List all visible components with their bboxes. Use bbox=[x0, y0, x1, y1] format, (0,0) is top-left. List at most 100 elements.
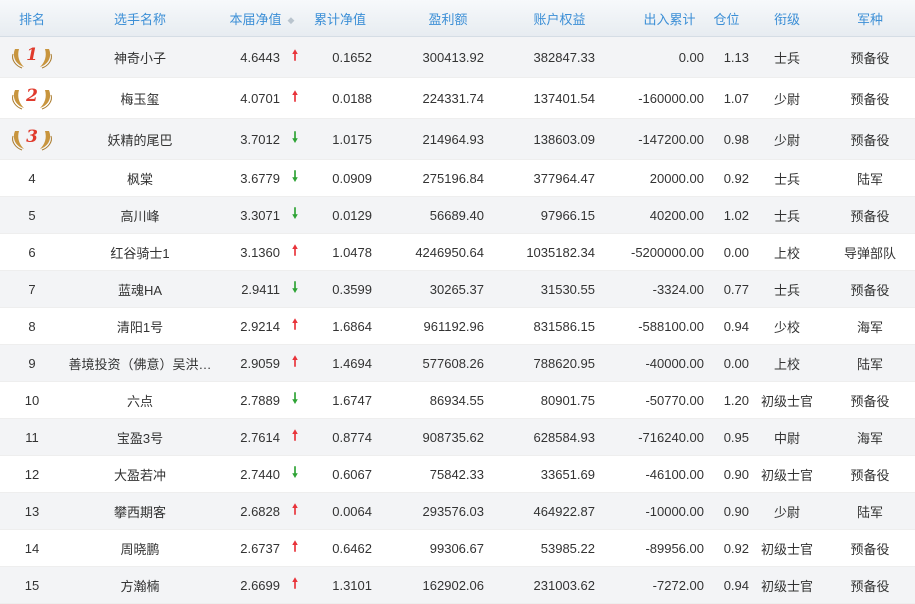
equity-value: 1035182.34 bbox=[526, 244, 595, 260]
table-row[interactable]: 14 周晓鹏 2.6737 🠕 0.6462 99306.67 53985.22 -89956… bbox=[0, 530, 915, 567]
player-name[interactable]: 红谷骑士1 bbox=[64, 243, 216, 262]
cash-flow-value: -50770.00 bbox=[645, 392, 704, 408]
player-name[interactable]: 攀西期客 bbox=[64, 502, 216, 521]
header-arm[interactable]: 军种 bbox=[825, 9, 915, 28]
service-arm: 预备役 bbox=[850, 132, 890, 148]
player-name[interactable]: 高川峰 bbox=[64, 206, 216, 225]
rank-number: 3 bbox=[26, 127, 38, 147]
position-value: 0.95 bbox=[723, 429, 749, 445]
header-cumulative-nav[interactable]: 累计净值 bbox=[308, 9, 372, 28]
trend-cell: 🠗 bbox=[282, 127, 308, 151]
up-arrow-icon: 🠕 bbox=[291, 353, 298, 369]
table-row[interactable]: 6 红谷骑士1 3.1360 🠕 1.0478 4246950.64 1035182.34 -… bbox=[0, 234, 915, 271]
position-value: 0.92 bbox=[723, 540, 749, 556]
player-name[interactable]: 方瀚楠 bbox=[64, 576, 216, 595]
profit-value: 99306.67 bbox=[429, 540, 484, 556]
equity-value: 377964.47 bbox=[533, 170, 595, 186]
equity-value: 137401.54 bbox=[533, 90, 595, 106]
player-name[interactable]: 神奇小子 bbox=[64, 48, 216, 67]
player-name[interactable]: 妖精的尾巴 bbox=[64, 130, 216, 149]
player-name[interactable]: 蓝魂HA bbox=[64, 280, 216, 299]
header-position[interactable]: 仓位 bbox=[704, 9, 749, 28]
rank-cell: 15 bbox=[24, 577, 40, 593]
up-arrow-icon: 🠕 bbox=[291, 242, 298, 258]
down-arrow-icon: 🠗 bbox=[291, 464, 298, 480]
header-rank[interactable]: 排名 bbox=[0, 9, 64, 28]
nav-value: 2.9059 bbox=[240, 355, 280, 371]
cumulative-nav-value: 1.3101 bbox=[332, 577, 372, 593]
cash-flow-value: -3324.00 bbox=[652, 281, 704, 297]
rank-cell: 3 bbox=[0, 126, 64, 152]
rank-title: 少尉 bbox=[773, 91, 800, 107]
equity-value: 788620.95 bbox=[533, 355, 595, 371]
position-value: 1.13 bbox=[723, 49, 749, 65]
profit-value: 908735.62 bbox=[422, 429, 484, 445]
trend-cell: 🠕 bbox=[282, 425, 308, 449]
player-name[interactable]: 宝盈3号 bbox=[64, 428, 216, 447]
player-name[interactable]: 清阳1号 bbox=[64, 317, 216, 336]
player-name[interactable]: 善境投资（佛意）吴洪… bbox=[64, 354, 216, 373]
header-equity[interactable]: 账户权益 bbox=[484, 9, 595, 28]
position-value: 1.07 bbox=[723, 90, 749, 106]
position-value: 0.77 bbox=[723, 281, 749, 297]
header-name[interactable]: 选手名称 bbox=[64, 9, 216, 28]
cumulative-nav-value: 1.0175 bbox=[332, 131, 372, 147]
profit-value: 162902.06 bbox=[422, 577, 484, 593]
nav-value: 4.0701 bbox=[240, 90, 280, 106]
table-row[interactable]: 3 妖精的尾巴 3.7012 🠗 1.0175 214964.93 138603.09 -14… bbox=[0, 119, 915, 160]
service-arm: 陆军 bbox=[856, 504, 883, 520]
service-arm: 陆军 bbox=[856, 356, 883, 372]
nav-value: 3.6779 bbox=[240, 170, 280, 186]
cash-flow-value: -40000.00 bbox=[645, 355, 704, 371]
header-nav[interactable]: 本届净值 ◆ bbox=[216, 9, 308, 28]
table-row[interactable]: 10 六点 2.7889 🠗 1.6747 86934.55 80901.75 -50770.… bbox=[0, 382, 915, 419]
nav-value: 2.9411 bbox=[241, 281, 280, 297]
player-name[interactable]: 枫棠 bbox=[64, 169, 216, 188]
cash-flow-value: -160000.00 bbox=[638, 90, 704, 106]
profit-value: 56689.40 bbox=[429, 207, 484, 223]
table-row[interactable]: 2 梅玉玺 4.0701 🠕 0.0188 224331.74 137401.54 -1600… bbox=[0, 78, 915, 119]
service-arm: 预备役 bbox=[850, 467, 890, 483]
table-row[interactable]: 15 方瀚楠 2.6699 🠕 1.3101 162902.06 231003.62 -727… bbox=[0, 567, 915, 604]
player-name[interactable]: 六点 bbox=[64, 391, 216, 410]
down-arrow-icon: 🠗 bbox=[291, 129, 298, 145]
player-name[interactable]: 梅玉玺 bbox=[64, 89, 216, 108]
player-name[interactable]: 大盈若冲 bbox=[64, 465, 216, 484]
position-value: 0.94 bbox=[723, 577, 749, 593]
laurel-medal-icon: 2 bbox=[11, 85, 53, 111]
nav-value: 2.6828 bbox=[240, 503, 280, 519]
table-row[interactable]: 11 宝盈3号 2.7614 🠕 0.8774 908735.62 628584.93 -71… bbox=[0, 419, 915, 456]
table-row[interactable]: 13 攀西期客 2.6828 🠕 0.0064 293576.03 464922.87 -10… bbox=[0, 493, 915, 530]
cumulative-nav-value: 0.6462 bbox=[332, 540, 372, 556]
cumulative-nav-value: 1.6864 bbox=[332, 318, 372, 334]
table-row[interactable]: 5 高川峰 3.3071 🠗 0.0129 56689.40 97966.15 40200.0… bbox=[0, 197, 915, 234]
table-row[interactable]: 12 大盈若冲 2.7440 🠗 0.6067 75842.33 33651.69 -4610… bbox=[0, 456, 915, 493]
trend-cell: 🠗 bbox=[282, 277, 308, 301]
cumulative-nav-value: 0.0129 bbox=[332, 207, 372, 223]
equity-value: 33651.69 bbox=[540, 466, 595, 482]
header-cash-flow[interactable]: 出入累计 bbox=[595, 9, 704, 28]
sort-icon[interactable]: ◆ bbox=[288, 15, 295, 25]
profit-value: 293576.03 bbox=[422, 503, 484, 519]
trend-cell: 🠕 bbox=[282, 240, 308, 264]
header-profit[interactable]: 盈利额 bbox=[372, 9, 484, 28]
trend-cell: 🠕 bbox=[282, 499, 308, 523]
table-row[interactable]: 9 善境投资（佛意）吴洪… 2.9059 🠕 1.4694 577608.26 788620… bbox=[0, 345, 915, 382]
table-row[interactable]: 8 清阳1号 2.9214 🠕 1.6864 961192.96 831586.15 -588… bbox=[0, 308, 915, 345]
rank-cell: 12 bbox=[24, 466, 40, 482]
table-row[interactable]: 1 神奇小子 4.6443 🠕 0.1652 300413.92 382847.33 0.00… bbox=[0, 37, 915, 78]
header-title[interactable]: 衔级 bbox=[749, 9, 825, 28]
table-row[interactable]: 4 枫棠 3.6779 🠗 0.0909 275196.84 377964.47 20000.… bbox=[0, 160, 915, 197]
trend-cell: 🠗 bbox=[282, 203, 308, 227]
player-name[interactable]: 周晓鹏 bbox=[64, 539, 216, 558]
nav-value: 2.7889 bbox=[240, 392, 280, 408]
nav-value: 3.7012 bbox=[240, 131, 280, 147]
table-row[interactable]: 7 蓝魂HA 2.9411 🠗 0.3599 30265.37 31530.55 -3324.… bbox=[0, 271, 915, 308]
nav-value: 3.1360 bbox=[240, 244, 280, 260]
position-value: 0.90 bbox=[723, 503, 749, 519]
up-arrow-icon: 🠕 bbox=[291, 47, 298, 63]
table-body: 1 神奇小子 4.6443 🠕 0.1652 300413.92 382847.33 0.00… bbox=[0, 37, 915, 604]
trend-cell: 🠕 bbox=[282, 86, 308, 110]
table-header: 排名 选手名称 本届净值 ◆ 累计净值 盈利额 账户权益 出入累计 仓位 衔级 军… bbox=[0, 0, 915, 37]
nav-value: 2.7614 bbox=[240, 429, 280, 445]
